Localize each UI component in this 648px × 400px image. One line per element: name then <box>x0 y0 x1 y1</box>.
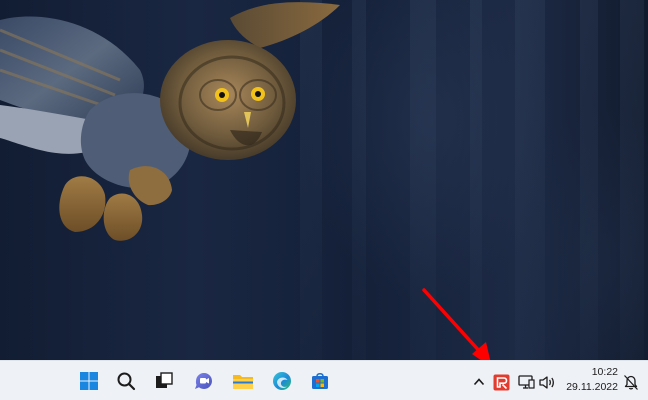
network-button[interactable] <box>517 373 535 391</box>
search-icon <box>117 372 136 391</box>
notification-center-button[interactable] <box>622 373 640 391</box>
taskbar: 10:22 29.11.2022 <box>0 360 648 400</box>
desktop-wallpaper <box>0 0 648 360</box>
tray-app-button[interactable] <box>492 373 510 391</box>
desktop-screen: 10:22 29.11.2022 <box>0 0 648 400</box>
edge-button[interactable] <box>270 369 294 393</box>
store-icon <box>312 372 328 389</box>
show-hidden-icons-button[interactable] <box>470 373 488 391</box>
windows-logo-icon <box>80 372 98 390</box>
volume-button[interactable] <box>538 373 556 391</box>
store-button[interactable] <box>308 369 332 393</box>
clock-date: 29.11.2022 <box>566 381 618 393</box>
network-icon <box>517 374 535 389</box>
volume-icon <box>539 375 554 389</box>
task-view-button[interactable] <box>152 369 176 393</box>
search-button[interactable] <box>114 369 138 393</box>
edge-icon <box>273 372 291 390</box>
task-view-icon <box>156 372 173 388</box>
file-explorer-button[interactable] <box>231 369 255 393</box>
clock-time: 10:22 <box>591 366 618 378</box>
start-button[interactable] <box>77 369 101 393</box>
red-app-icon <box>493 374 509 390</box>
teams-chat-icon <box>195 372 212 389</box>
taskbar-clock[interactable]: 10:22 29.11.2022 <box>560 365 618 397</box>
folder-icon <box>233 375 253 389</box>
owl-image <box>0 2 340 241</box>
chevron-up-icon <box>473 378 485 386</box>
chat-button[interactable] <box>192 369 216 393</box>
notification-bell-icon <box>624 374 638 390</box>
